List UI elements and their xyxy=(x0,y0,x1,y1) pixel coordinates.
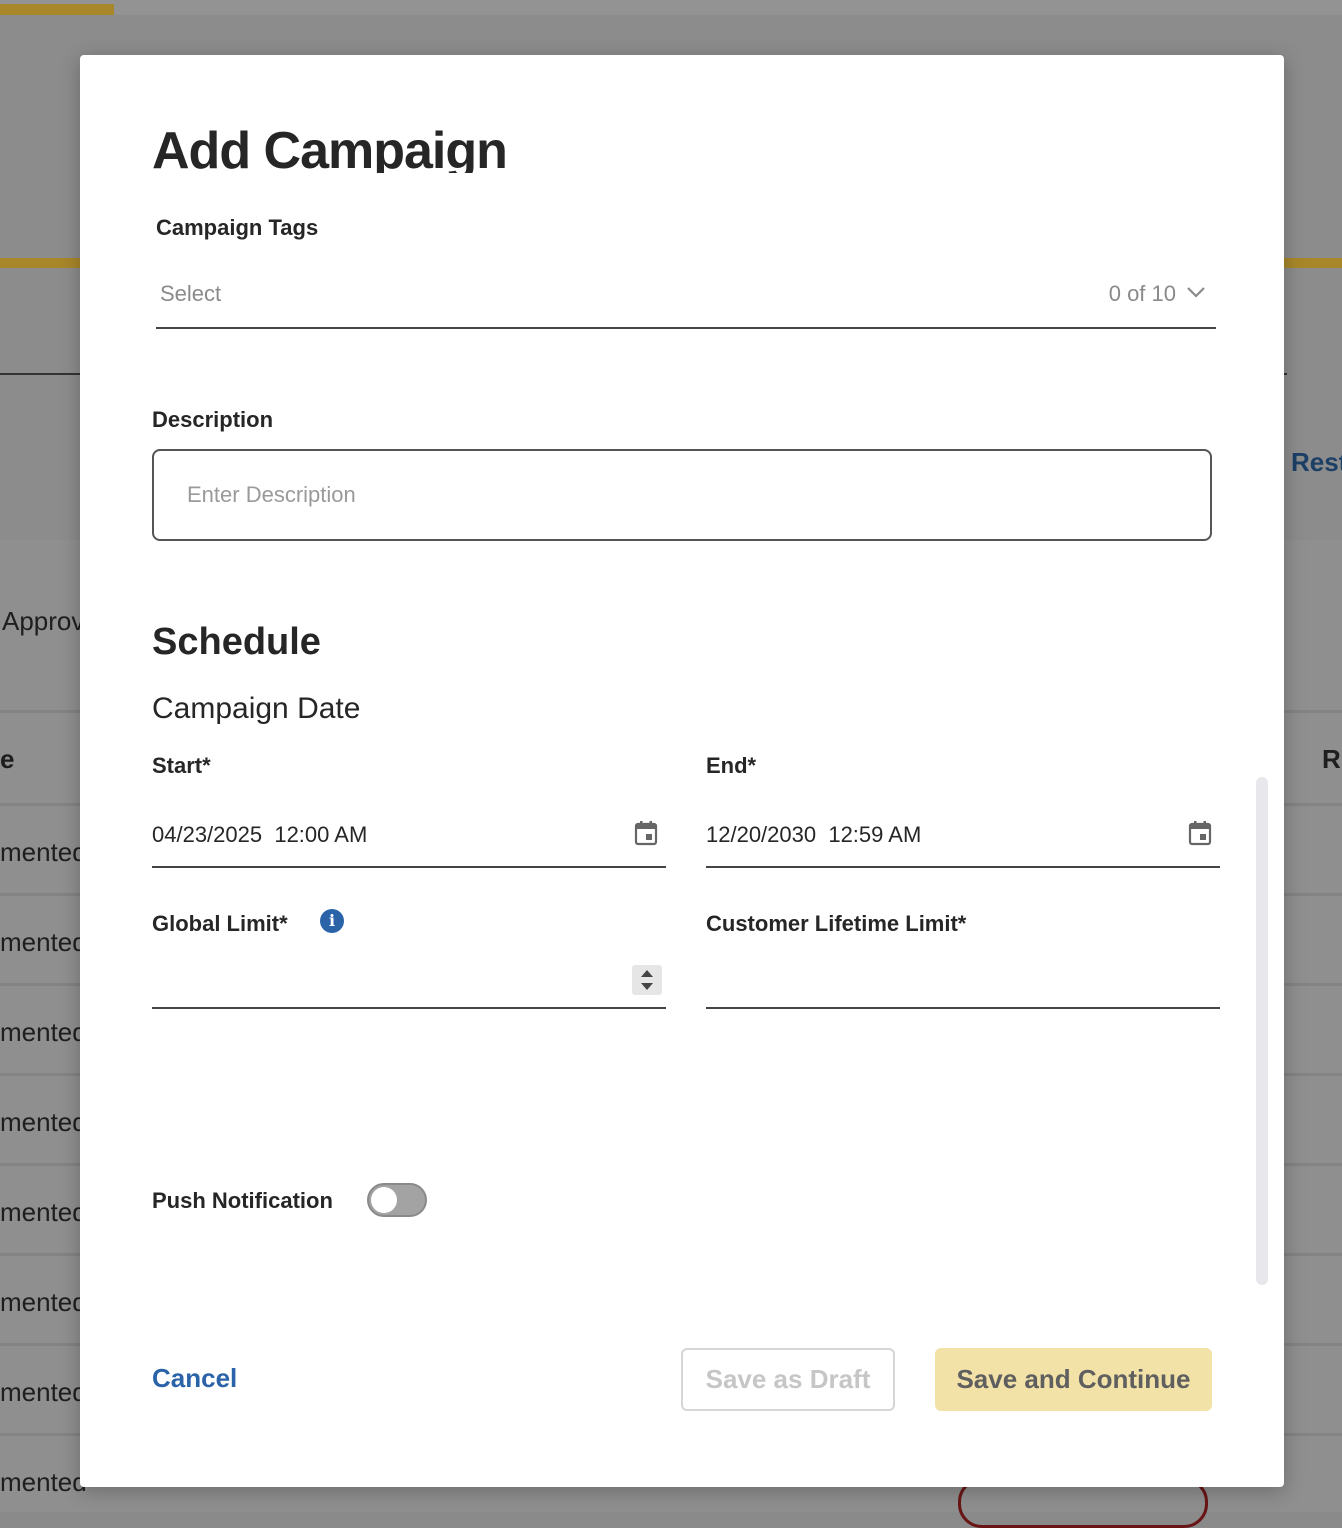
toggle-knob xyxy=(371,1187,397,1213)
save-as-draft-button[interactable]: Save as Draft xyxy=(681,1348,895,1411)
table-cell: mented xyxy=(0,1467,87,1497)
start-datetime-input[interactable]: 04/23/2025 12:00 AM xyxy=(152,812,666,868)
chevron-down-icon xyxy=(1187,287,1205,298)
global-limit-input[interactable] xyxy=(152,953,666,1009)
customer-lifetime-limit-input[interactable] xyxy=(706,953,1220,1009)
campaign-tags-count: 0 of 10 xyxy=(1108,281,1176,306)
table-cell: mented xyxy=(0,837,87,867)
divider xyxy=(0,373,80,375)
table-header: R xyxy=(1322,744,1341,774)
end-datetime-value: 12/20/2030 12:59 AM xyxy=(706,822,922,847)
accent-stripe xyxy=(0,258,80,268)
calendar-icon[interactable] xyxy=(634,820,658,846)
table-cell: mented xyxy=(0,1287,87,1317)
number-stepper-icon[interactable] xyxy=(632,965,662,995)
end-label: End* xyxy=(706,753,757,778)
start-label: Start* xyxy=(152,753,211,778)
campaign-tags-label: Campaign Tags xyxy=(156,215,319,240)
calendar-icon[interactable] xyxy=(1188,820,1212,846)
description-label: Description xyxy=(152,407,274,432)
divider xyxy=(1284,373,1287,375)
table-cell: mented xyxy=(0,1017,87,1047)
accent-stripe xyxy=(1284,258,1342,268)
table-cell: mented xyxy=(0,927,87,957)
customer-lifetime-limit-label: Customer Lifetime Limit* xyxy=(706,911,967,936)
active-tab-indicator xyxy=(0,4,114,15)
campaign-tags-select[interactable]: Select 0 of 10 xyxy=(156,265,1216,329)
end-datetime-input[interactable]: 12/20/2030 12:59 AM xyxy=(706,812,1220,868)
save-and-continue-button[interactable]: Save and Continue xyxy=(935,1348,1212,1411)
info-icon[interactable]: i xyxy=(320,909,344,933)
start-datetime-value: 04/23/2025 12:00 AM xyxy=(152,822,368,847)
modal-title: Add Campaign xyxy=(152,122,507,173)
table-cell: mented xyxy=(0,1197,87,1227)
top-bar xyxy=(0,0,1342,15)
cancel-button[interactable]: Cancel xyxy=(152,1363,237,1394)
background-text: Approv xyxy=(2,606,85,636)
global-limit-label: Global Limit* xyxy=(152,911,288,936)
background-link: Rest xyxy=(1291,447,1342,477)
campaign-tags-placeholder: Select xyxy=(160,281,222,306)
description-input[interactable] xyxy=(152,449,1212,541)
push-notification-label: Push Notification xyxy=(152,1188,333,1213)
add-campaign-modal: Add Campaign Campaign Tags Select 0 of 1… xyxy=(80,55,1284,1487)
campaign-date-subheading: Campaign Date xyxy=(152,692,361,725)
table-header: e xyxy=(0,744,15,774)
scrollbar[interactable] xyxy=(1256,777,1268,1285)
table-cell: mented xyxy=(0,1107,87,1137)
schedule-heading: Schedule xyxy=(152,621,321,663)
push-notification-toggle[interactable] xyxy=(367,1183,427,1217)
table-cell: mented xyxy=(0,1377,87,1407)
